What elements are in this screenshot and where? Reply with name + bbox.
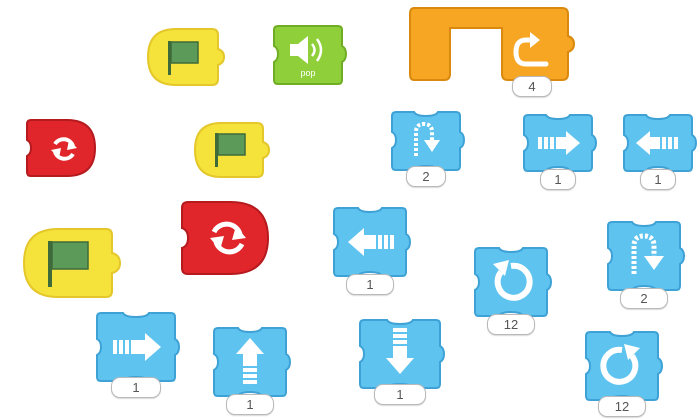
- move-right-count-badge[interactable]: 1: [540, 169, 576, 190]
- repeat-block[interactable]: 4: [408, 6, 576, 100]
- move-down-block[interactable]: 1: [358, 318, 446, 410]
- hop-block[interactable]: 2: [606, 220, 686, 310]
- move-right-count-badge[interactable]: 1: [111, 377, 161, 398]
- move-up-block[interactable]: 1: [212, 326, 292, 418]
- move-left-block[interactable]: 1: [332, 206, 412, 298]
- move-right-block[interactable]: 1: [95, 311, 181, 401]
- turn-left-count-badge[interactable]: 12: [487, 314, 535, 335]
- sound-pop-block[interactable]: pop: [272, 24, 348, 86]
- move-left-count-badge[interactable]: 1: [346, 274, 394, 295]
- move-left-block[interactable]: 1: [622, 113, 698, 190]
- move-down-count-badge[interactable]: 1: [374, 384, 426, 405]
- turn-left-block[interactable]: 12: [473, 246, 553, 336]
- green-flag-block[interactable]: [22, 227, 122, 299]
- sound-label: pop: [300, 68, 316, 78]
- green-flag-block[interactable]: [146, 27, 226, 87]
- move-left-count-badge[interactable]: 1: [640, 169, 676, 190]
- repeat-forever-block[interactable]: [25, 118, 97, 178]
- hop-block[interactable]: 2: [390, 110, 466, 188]
- turn-right-block[interactable]: 12: [584, 330, 664, 420]
- hop-count-badge[interactable]: 2: [406, 166, 446, 187]
- turn-right-count-badge[interactable]: 12: [598, 396, 646, 417]
- green-flag-block[interactable]: [193, 121, 271, 179]
- move-right-block[interactable]: 1: [522, 113, 598, 190]
- repeat-count-badge[interactable]: 4: [512, 76, 552, 97]
- move-up-count-badge[interactable]: 1: [226, 394, 274, 415]
- repeat-forever-block[interactable]: [180, 200, 270, 276]
- hop-count-badge[interactable]: 2: [620, 288, 668, 309]
